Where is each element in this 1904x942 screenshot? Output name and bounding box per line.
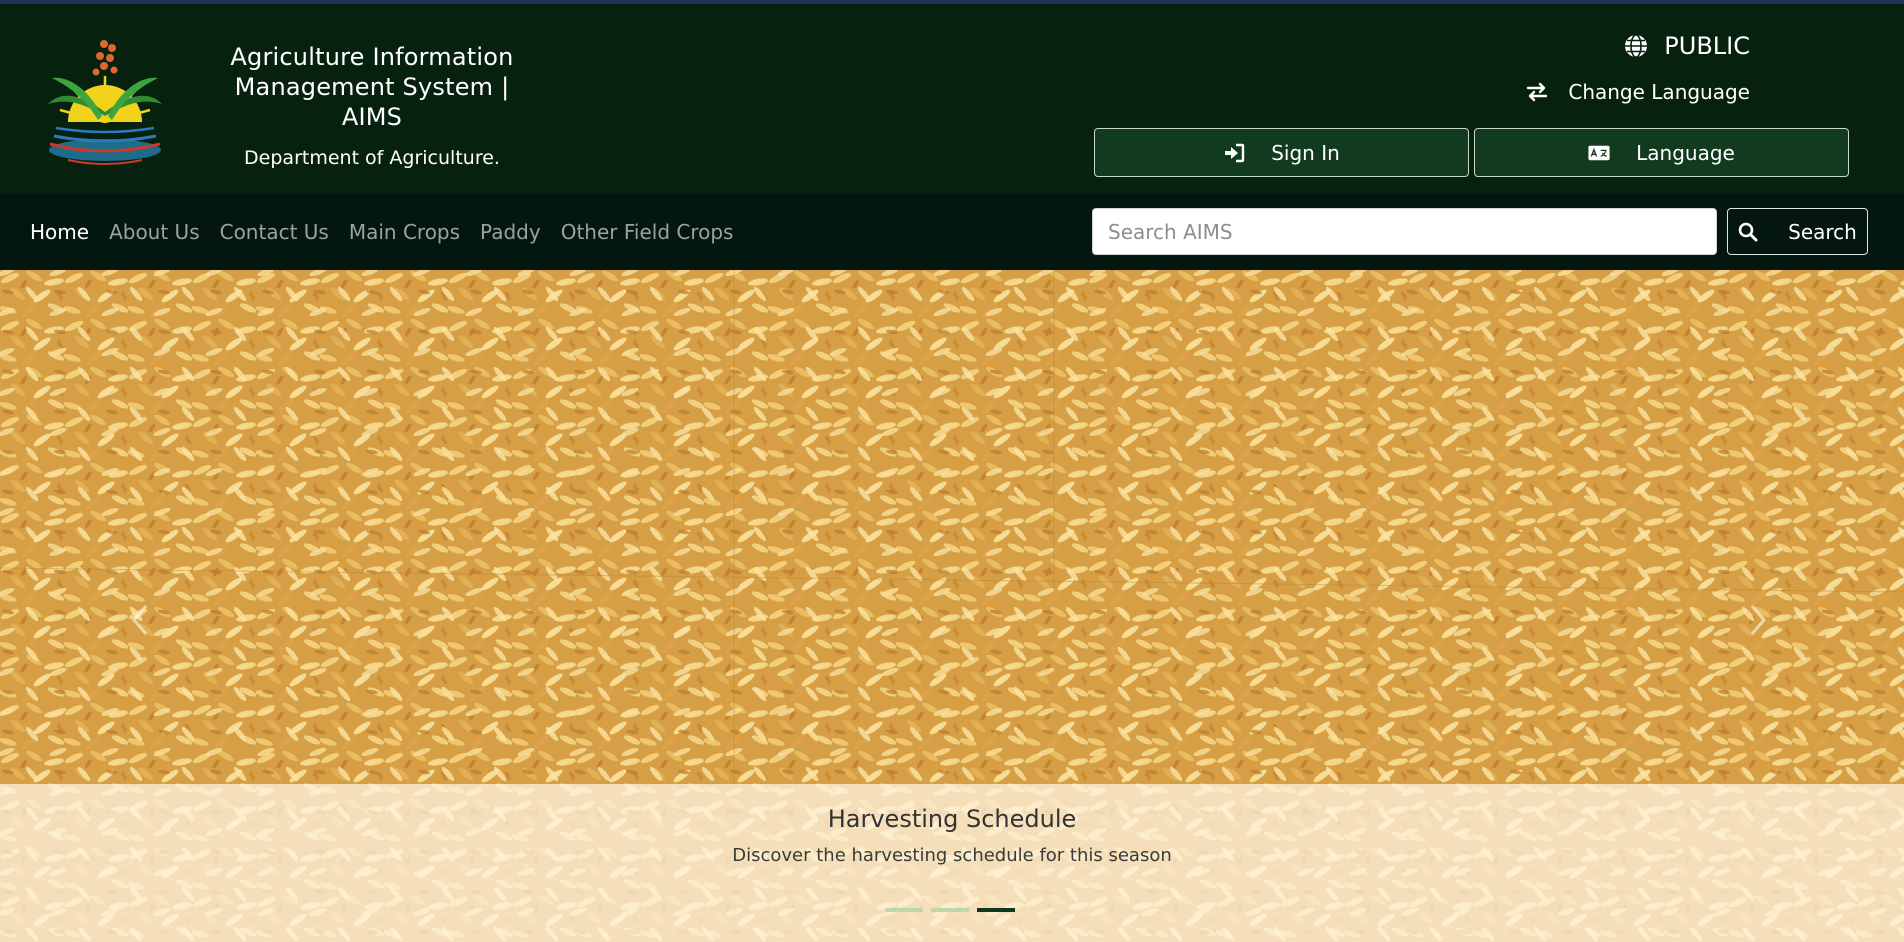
nav-item-contact-us[interactable]: Contact Us (220, 220, 329, 244)
nav-item-main-crops[interactable]: Main Crops (349, 220, 460, 244)
search-button[interactable]: Search (1727, 208, 1868, 255)
search-icon (1738, 222, 1758, 241)
sign-in-icon (1225, 143, 1245, 162)
user-role: PUBLIC (1624, 32, 1750, 60)
carousel-indicator-2[interactable] (931, 908, 969, 912)
nav-links: Home About Us Contact Us Main Crops Padd… (30, 193, 733, 270)
caption-text: Discover the harvesting schedule for thi… (732, 845, 1172, 866)
change-language-label: Change Language (1568, 80, 1750, 104)
carousel-prev-control[interactable] (120, 590, 160, 650)
chevron-right-icon (1750, 605, 1766, 635)
nav-item-paddy[interactable]: Paddy (480, 220, 541, 244)
department-logo[interactable] (38, 32, 172, 168)
sign-in-button[interactable]: Sign In (1094, 128, 1469, 177)
site-header: Agriculture Information Management Syste… (0, 4, 1904, 193)
department-name: Department of Agriculture. (244, 147, 500, 169)
nav-item-home[interactable]: Home (30, 220, 89, 244)
main-navigation: Home About Us Contact Us Main Crops Padd… (0, 193, 1904, 270)
search-button-label: Search (1788, 219, 1857, 244)
search-input[interactable] (1092, 208, 1717, 255)
exchange-icon (1527, 82, 1548, 102)
carousel-indicator-3[interactable] (977, 908, 1015, 912)
role-label: PUBLIC (1664, 32, 1750, 60)
carousel-indicators (885, 908, 1015, 912)
change-language-link[interactable]: Change Language (1526, 80, 1750, 104)
brand-block: Agriculture Information Management Syste… (222, 42, 522, 170)
site-title: Agriculture Information Management Syste… (230, 43, 514, 131)
language-button[interactable]: Language (1474, 128, 1849, 177)
carousel-caption: Harvesting Schedule Discover the harvest… (0, 804, 1904, 868)
language-icon (1588, 145, 1610, 160)
caption-title: Harvesting Schedule (827, 805, 1077, 833)
chevron-left-icon (132, 605, 148, 635)
hero-carousel: Harvesting Schedule Discover the harvest… (0, 270, 1904, 942)
nav-item-about-us[interactable]: About Us (109, 220, 200, 244)
globe-icon (1625, 34, 1648, 58)
carousel-indicator-1[interactable] (885, 908, 923, 912)
sign-in-label: Sign In (1271, 140, 1340, 165)
nav-item-other-field-crops[interactable]: Other Field Crops (561, 220, 734, 244)
carousel-next-control[interactable] (1738, 590, 1778, 650)
language-label: Language (1636, 140, 1735, 165)
